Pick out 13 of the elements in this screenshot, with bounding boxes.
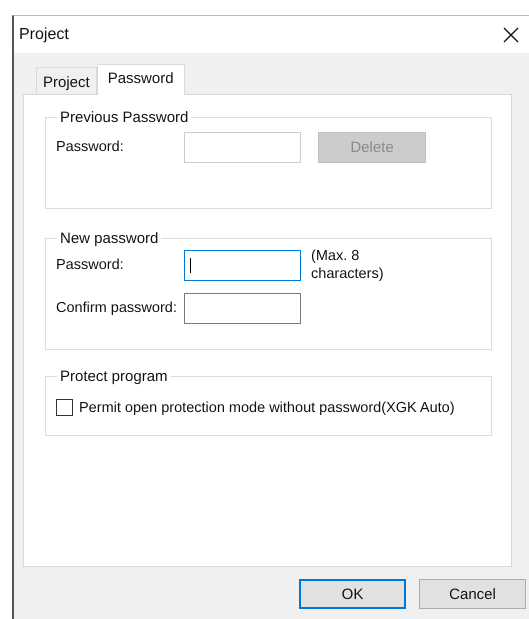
field-label: Confirm password: <box>56 300 178 317</box>
ok-button[interactable]: OK <box>299 579 406 609</box>
group-title: Previous Password <box>59 109 190 126</box>
group-title: Protect program <box>59 368 169 385</box>
hint-text: (Max. 8 characters) <box>311 247 385 283</box>
tab[interactable]: Password <box>96 64 185 95</box>
cancel-button[interactable]: Cancel <box>419 579 526 609</box>
group-title: New password <box>59 230 160 247</box>
field-label: Password: <box>56 139 125 156</box>
checkbox-label: Permit open protection mode without password(XGK Auto) <box>79 400 455 416</box>
window-title: Project <box>19 26 69 44</box>
field-label: Password: <box>56 256 125 274</box>
tab[interactable]: Project <box>36 67 97 94</box>
